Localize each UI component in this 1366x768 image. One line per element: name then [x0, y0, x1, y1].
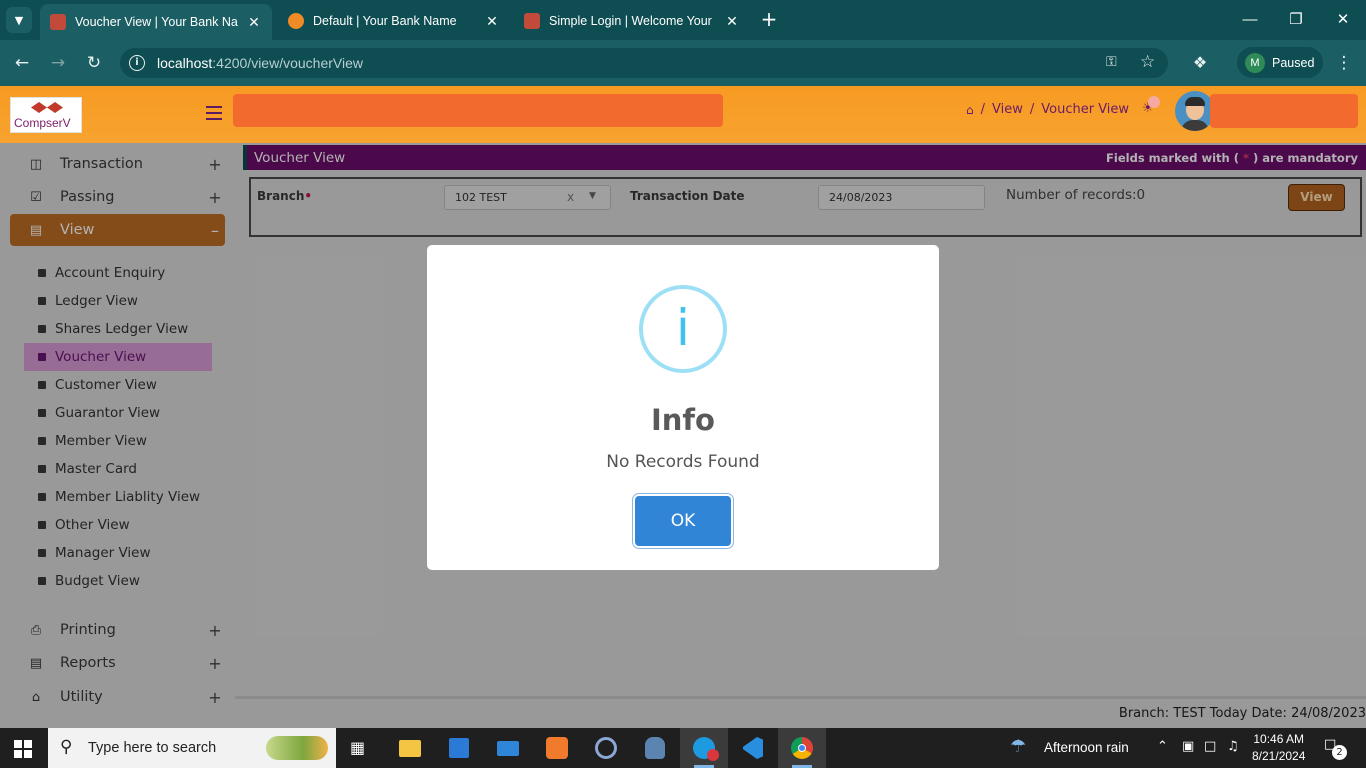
restore-button[interactable]: ❐	[1285, 9, 1307, 31]
back-button[interactable]: ←	[10, 51, 34, 75]
eclipse-icon[interactable]	[582, 728, 630, 768]
forward-button[interactable]: →	[46, 51, 70, 75]
hamburger-menu-icon[interactable]	[206, 106, 222, 120]
url-text: localhost:4200/view/voucherView	[157, 55, 363, 71]
rain-umbrella-icon: ☂	[1010, 736, 1027, 756]
windows-taskbar: ⚲ Type here to search ▦ ☂ Afternoon rain…	[0, 728, 1366, 768]
search-icon: ⚲	[60, 737, 73, 757]
network-icon[interactable]: □	[1204, 739, 1216, 754]
bookmark-star-icon[interactable]: ☆	[1140, 52, 1155, 72]
taskbar-search[interactable]: ⚲ Type here to search	[48, 728, 336, 768]
user-avatar[interactable]	[1175, 91, 1215, 131]
breadcrumb: ⌂ / View / Voucher View	[966, 102, 1130, 117]
system-clock[interactable]: 10:46 AM 8/21/2024	[1252, 731, 1305, 765]
tab-title: Simple Login | Welcome Your Ba	[549, 14, 716, 28]
profile-button[interactable]: M Paused	[1237, 47, 1323, 78]
dialog-message: No Records Found	[606, 452, 760, 472]
task-view-button[interactable]: ▦	[336, 728, 384, 768]
ok-button[interactable]: OK	[635, 496, 731, 546]
app-header: CompserV ⌂ / View / Voucher View ☀	[0, 86, 1366, 143]
tab-title: Voucher View | Your Bank Name	[75, 15, 238, 29]
close-tab-icon[interactable]: ✕	[246, 14, 262, 31]
browser-toolbar: ← → ↻ i localhost:4200/view/voucherView …	[0, 40, 1366, 86]
breadcrumb-voucher-view: Voucher View	[1041, 102, 1130, 117]
profile-avatar: M	[1245, 52, 1265, 73]
meet-now-icon[interactable]: ▣	[1182, 739, 1194, 754]
browser-tab-strip: ▼ Voucher View | Your Bank Name ✕ Defaul…	[0, 0, 1366, 40]
info-icon: i	[639, 285, 727, 373]
logo-text: CompserV	[14, 116, 71, 130]
search-placeholder: Type here to search	[88, 740, 217, 756]
close-window-button[interactable]: ✕	[1332, 9, 1354, 31]
profile-status: Paused	[1272, 55, 1315, 70]
tab-title: Default | Your Bank Name	[313, 14, 457, 28]
notification-count-badge: 2	[1332, 745, 1347, 760]
skype-icon[interactable]	[680, 728, 728, 768]
browser-menu-icon[interactable]: ⋮	[1332, 51, 1356, 75]
mail-icon[interactable]	[484, 728, 532, 768]
search-highlight-image	[266, 736, 328, 760]
postgresql-icon[interactable]	[631, 728, 679, 768]
favicon-icon	[288, 13, 304, 29]
chrome-icon[interactable]	[778, 728, 826, 768]
new-tab-button[interactable]: +	[758, 8, 780, 30]
favicon-icon	[524, 13, 540, 29]
favicon-icon	[50, 14, 66, 30]
show-hidden-icons-chevron-up-icon[interactable]: ⌃	[1157, 739, 1168, 754]
info-dialog: i Info No Records Found OK	[427, 245, 939, 570]
file-explorer-icon[interactable]	[386, 728, 434, 768]
address-bar[interactable]: i localhost:4200/view/voucherView ⚿ ☆	[120, 48, 1168, 78]
windows-start-icon[interactable]	[14, 740, 32, 758]
xampp-icon[interactable]	[533, 728, 581, 768]
redacted-user-name	[1210, 94, 1358, 128]
extensions-icon[interactable]: ❖	[1188, 51, 1212, 75]
tab-voucher-view[interactable]: Voucher View | Your Bank Name ✕	[40, 4, 272, 40]
microsoft-store-icon[interactable]	[435, 728, 483, 768]
password-key-icon[interactable]: ⚿	[1106, 54, 1117, 70]
tab-search-button[interactable]: ▼	[6, 7, 32, 33]
close-tab-icon[interactable]: ✕	[484, 13, 500, 30]
volume-icon[interactable]: ♫	[1227, 739, 1239, 754]
logo-mark-icon	[31, 102, 63, 113]
vscode-icon[interactable]	[729, 728, 777, 768]
breadcrumb-view[interactable]: View	[992, 102, 1023, 117]
app-logo[interactable]: CompserV	[10, 97, 82, 133]
reload-button[interactable]: ↻	[82, 51, 106, 75]
dialog-title: Info	[651, 403, 715, 437]
tab-simple-login[interactable]: Simple Login | Welcome Your Ba ✕	[514, 6, 750, 36]
tab-default[interactable]: Default | Your Bank Name ✕	[278, 6, 510, 36]
minimize-button[interactable]: —	[1239, 9, 1261, 31]
site-info-icon[interactable]: i	[129, 55, 145, 71]
home-icon[interactable]: ⌂	[966, 103, 974, 117]
notification-center-icon[interactable]: □ 2	[1324, 737, 1347, 760]
close-tab-icon[interactable]: ✕	[724, 13, 740, 30]
redacted-bank-name	[233, 94, 723, 127]
notification-bell-icon[interactable]: ☀	[1142, 96, 1160, 116]
